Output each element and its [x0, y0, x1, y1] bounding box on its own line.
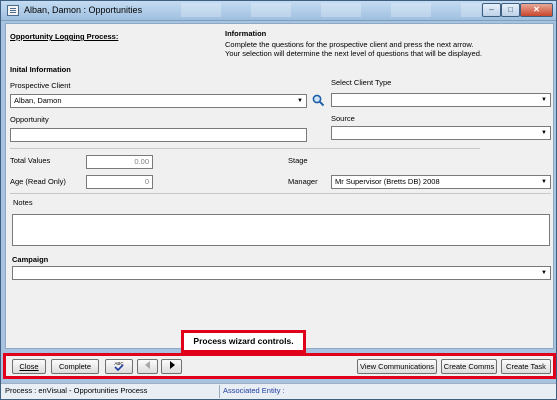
manager-label: Manager [288, 177, 318, 186]
process-title: Opportunity Logging Process: [10, 32, 119, 41]
create-task-button[interactable]: Create Task [501, 359, 551, 374]
notes-textarea[interactable] [12, 214, 550, 246]
back-arrow-icon [144, 361, 150, 369]
chevron-down-icon[interactable]: ▼ [539, 268, 549, 278]
status-separator [219, 385, 220, 398]
view-communications-button[interactable]: View Communications [357, 359, 437, 374]
manager-value: Mr Supervisor (Bretts DB) 2008 [335, 177, 440, 186]
client-type-label: Select Client Type [331, 78, 392, 87]
client-type-select[interactable]: ▼ [331, 93, 551, 107]
source-select[interactable]: ▼ [331, 126, 551, 140]
section-divider [10, 148, 480, 149]
chevron-down-icon[interactable]: ▼ [539, 128, 549, 138]
notes-label: Notes [13, 198, 33, 207]
total-values-field: 0.00 [86, 155, 153, 169]
status-bar: Process : enVisual - Opportunities Proce… [1, 383, 556, 399]
age-field: 0 [86, 175, 153, 189]
opportunity-label: Opportunity [10, 115, 49, 124]
maximize-button[interactable]: □ [501, 3, 520, 17]
chevron-down-icon[interactable]: ▼ [539, 95, 549, 105]
next-button[interactable] [161, 359, 182, 374]
close-button-label: Close [19, 362, 39, 371]
section-title: Inital Information [10, 65, 71, 74]
create-comms-button[interactable]: Create Comms [441, 359, 497, 374]
campaign-label: Campaign [12, 255, 49, 264]
create-task-label: Create Task [506, 362, 546, 371]
notes-divider [10, 193, 551, 194]
window-title: Alban, Damon : Opportunities [24, 5, 143, 15]
total-values-value: 0.00 [134, 157, 149, 166]
prospective-client-label: Prospective Client [10, 81, 71, 90]
close-window-button[interactable]: ✕ [520, 3, 553, 17]
form-panel: Opportunity Logging Process: Information… [5, 23, 554, 349]
back-button[interactable] [137, 359, 158, 374]
wizard-controls-callout: Process wizard controls. [181, 330, 306, 353]
opportunity-input[interactable] [10, 128, 307, 142]
campaign-select[interactable]: ▼ [12, 266, 551, 280]
process-status: Process : enVisual - Opportunities Proce… [5, 386, 148, 395]
spellcheck-icon: ABC [114, 361, 124, 372]
search-icon[interactable] [312, 94, 325, 107]
age-label: Age (Read Only) [10, 177, 66, 186]
associated-entity-link[interactable]: Associated Entity : [223, 384, 285, 398]
complete-button[interactable]: Complete [51, 359, 99, 374]
source-label: Source [331, 114, 355, 123]
complete-button-label: Complete [58, 362, 92, 371]
opportunities-window: Alban, Damon : Opportunities – □ ✕ Oppor… [0, 0, 557, 400]
chevron-down-icon[interactable]: ▼ [539, 177, 549, 187]
next-arrow-icon [169, 361, 175, 369]
app-icon [7, 5, 19, 16]
callout-text: Process wizard controls. [193, 336, 294, 346]
chevron-down-icon[interactable]: ▼ [295, 96, 305, 106]
prospective-client-select[interactable]: Alban, Damon ▼ [10, 94, 307, 108]
info-line-1: Complete the questions for the prospecti… [225, 40, 474, 49]
info-heading: Information [225, 29, 267, 38]
info-line-2: Your selection will determine the next l… [225, 49, 482, 58]
prospective-client-value: Alban, Damon [14, 96, 62, 105]
close-button[interactable]: Close [12, 359, 46, 374]
manager-select[interactable]: Mr Supervisor (Bretts DB) 2008 ▼ [331, 175, 551, 189]
title-bar: Alban, Damon : Opportunities – □ ✕ [1, 1, 556, 21]
age-value: 0 [144, 177, 149, 186]
stage-label: Stage [288, 156, 308, 165]
view-communications-label: View Communications [359, 362, 435, 371]
total-values-label: Total Values [10, 156, 51, 165]
wizard-controls-bar: Close Complete ABC View Communications C… [3, 353, 556, 379]
spellcheck-button[interactable]: ABC [105, 359, 133, 374]
background-window-ghost [181, 3, 481, 17]
create-comms-label: Create Comms [443, 362, 495, 371]
minimize-button[interactable]: – [482, 3, 501, 17]
